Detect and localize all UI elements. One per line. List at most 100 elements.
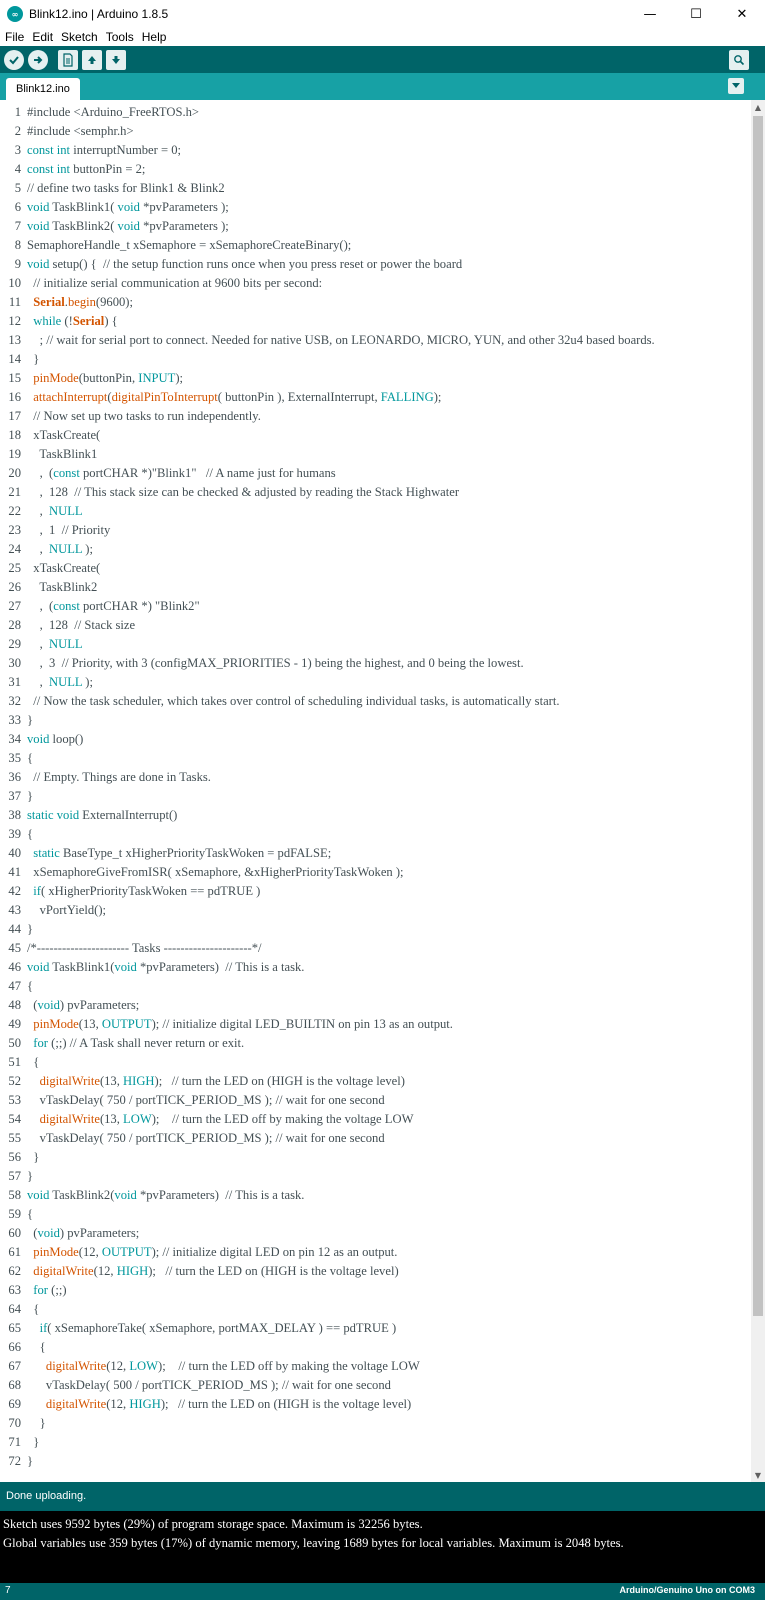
line-number: 69 [8,1397,21,1411]
code-line[interactable]: 23 , 1 // Priority [0,521,750,540]
code-line[interactable]: 18 xTaskCreate( [0,426,750,445]
code-line[interactable]: 34 void loop() [0,730,750,749]
code-line[interactable]: 14 } [0,350,750,369]
code-line[interactable]: 57} [0,1167,750,1186]
code-line[interactable]: 20 , (const portCHAR *)"Blink1" // A nam… [0,464,750,483]
code-line[interactable]: 7 void TaskBlink2( void *pvParameters ); [0,217,750,236]
new-button[interactable] [58,49,78,70]
upload-button[interactable] [28,49,48,70]
code-line[interactable]: 68 vTaskDelay( 500 / portTICK_PERIOD_MS … [0,1376,750,1395]
code-line[interactable]: 8 SemaphoreHandle_t xSemaphore = xSemapho… [0,236,750,255]
code-line[interactable]: 72} [0,1452,750,1471]
menu-edit[interactable]: Edit [28,30,57,44]
code-line[interactable]: 59 { [0,1205,750,1224]
code-area[interactable]: 1 #include <Arduino_FreeRTOS.h> 2 #include … [0,103,750,1471]
code-line[interactable]: 3 const int interruptNumber = 0; [0,141,750,160]
code-line[interactable]: 62 digitalWrite(12, HIGH); // turn the L… [0,1262,750,1281]
code-line[interactable]: 27 , (const portCHAR *) "Blink2" [0,597,750,616]
code-line[interactable]: 16 attachInterrupt(digitalPinToInterrupt… [0,388,750,407]
open-button[interactable] [82,49,102,70]
code-line[interactable]: 6 void TaskBlink1( void *pvParameters ); [0,198,750,217]
code-line[interactable]: 48 (void) pvParameters; [0,996,750,1015]
code-line[interactable]: 9 void setup() { // the setup function ru… [0,255,750,274]
code-line[interactable]: 29 , NULL [0,635,750,654]
code-line[interactable]: 25 xTaskCreate( [0,559,750,578]
code-line[interactable]: 40 static BaseType_t xHigherPriorityTask… [0,844,750,863]
code-line[interactable]: 70 } [0,1414,750,1433]
code-line[interactable]: 30 , 3 // Priority, with 3 (configMAX_PR… [0,654,750,673]
vertical-scrollbar[interactable]: ▲ ▼ [751,100,765,1482]
scroll-up-icon[interactable]: ▲ [751,100,765,114]
code-line[interactable]: 45 /*---------------------- Tasks -------… [0,939,750,958]
code-line[interactable]: 28 , 128 // Stack size [0,616,750,635]
code-line[interactable]: 54 digitalWrite(13, LOW); // turn the LE… [0,1110,750,1129]
code-editor[interactable]: 1 #include <Arduino_FreeRTOS.h> 2 #include … [0,100,765,1482]
code-line[interactable]: 69 digitalWrite(12, HIGH); // turn the L… [0,1395,750,1414]
code-line[interactable]: 51 { [0,1053,750,1072]
maximize-button[interactable]: ☐ [673,0,719,28]
code-line[interactable]: 52 digitalWrite(13, HIGH); // turn the L… [0,1072,750,1091]
code-line[interactable]: 44} [0,920,750,939]
verify-button[interactable] [4,49,24,70]
code-line[interactable]: 46 void TaskBlink1(void *pvParameters) //… [0,958,750,977]
code-line[interactable]: 32 // Now the task scheduler, which take… [0,692,750,711]
code-line[interactable]: 58 void TaskBlink2(void *pvParameters) //… [0,1186,750,1205]
code-line[interactable]: 22 , NULL [0,502,750,521]
minimize-button[interactable]: — [627,0,673,28]
line-number: 57 [8,1169,21,1183]
code-text: // Now set up two tasks to run independe… [33,409,261,423]
code-line[interactable]: 41 xSemaphoreGiveFromISR( xSemaphore, &x… [0,863,750,882]
tab-menu-button[interactable] [728,78,744,94]
menu-help[interactable]: Help [138,30,171,44]
code-line[interactable]: 64 { [0,1300,750,1319]
code-line[interactable]: 71 } [0,1433,750,1452]
code-line[interactable]: 49 pinMode(13, OUTPUT); // initialize di… [0,1015,750,1034]
code-line[interactable]: 53 vTaskDelay( 750 / portTICK_PERIOD_MS … [0,1091,750,1110]
scroll-down-icon[interactable]: ▼ [751,1468,765,1482]
code-line[interactable]: 11 Serial.begin(9600); [0,293,750,312]
code-line[interactable]: 24 , NULL ); [0,540,750,559]
code-line[interactable]: 47 { [0,977,750,996]
code-line[interactable]: 43 vPortYield(); [0,901,750,920]
code-line[interactable]: 21 , 128 // This stack size can be check… [0,483,750,502]
code-line[interactable]: 35 { [0,749,750,768]
code-line[interactable]: 13 ; // wait for serial port to connect.… [0,331,750,350]
code-line[interactable]: 67 digitalWrite(12, LOW); // turn the LE… [0,1357,750,1376]
code-line[interactable]: 1 #include <Arduino_FreeRTOS.h> [0,103,750,122]
line-number: 44 [8,922,21,936]
code-line[interactable]: 50 for (;;) // A Task shall never return… [0,1034,750,1053]
code-line[interactable]: 38 static void ExternalInterrupt() [0,806,750,825]
code-line[interactable]: 60 (void) pvParameters; [0,1224,750,1243]
menu-tools[interactable]: Tools [102,30,138,44]
code-line[interactable]: 42 if( xHigherPriorityTaskWoken == pdTRU… [0,882,750,901]
line-number: 10 [8,276,21,290]
save-button[interactable] [106,49,126,70]
code-line[interactable]: 15 pinMode(buttonPin, INPUT); [0,369,750,388]
scroll-thumb[interactable] [753,116,763,1316]
code-line[interactable]: 36 // Empty. Things are done in Tasks. [0,768,750,787]
close-button[interactable]: ✕ [719,0,765,28]
code-line[interactable]: 63 for (;;) [0,1281,750,1300]
serial-monitor-button[interactable] [729,50,749,70]
code-line[interactable]: 65 if( xSemaphoreTake( xSemaphore, portM… [0,1319,750,1338]
code-line[interactable]: 33} [0,711,750,730]
code-line[interactable]: 19 TaskBlink1 [0,445,750,464]
menu-sketch[interactable]: Sketch [57,30,102,44]
code-line[interactable]: 10 // initialize serial communication at… [0,274,750,293]
code-line[interactable]: 55 vTaskDelay( 750 / portTICK_PERIOD_MS … [0,1129,750,1148]
code-line[interactable]: 12 while (!Serial) { [0,312,750,331]
code-line[interactable]: 31 , NULL ); [0,673,750,692]
code-line[interactable]: 39 { [0,825,750,844]
code-line[interactable]: 66 { [0,1338,750,1357]
code-line[interactable]: 26 TaskBlink2 [0,578,750,597]
code-line[interactable]: 4 const int buttonPin = 2; [0,160,750,179]
code-line[interactable]: 2 #include <semphr.h> [0,122,750,141]
code-line[interactable]: 5 // define two tasks for Blink1 & Blink2 [0,179,750,198]
tab-blink12[interactable]: Blink12.ino [6,78,80,100]
menu-file[interactable]: File [0,30,28,44]
code-line[interactable]: 37} [0,787,750,806]
code-text: { [27,751,34,765]
code-line[interactable]: 61 pinMode(12, OUTPUT); // initialize di… [0,1243,750,1262]
code-line[interactable]: 17 // Now set up two tasks to run indepe… [0,407,750,426]
code-line[interactable]: 56 } [0,1148,750,1167]
